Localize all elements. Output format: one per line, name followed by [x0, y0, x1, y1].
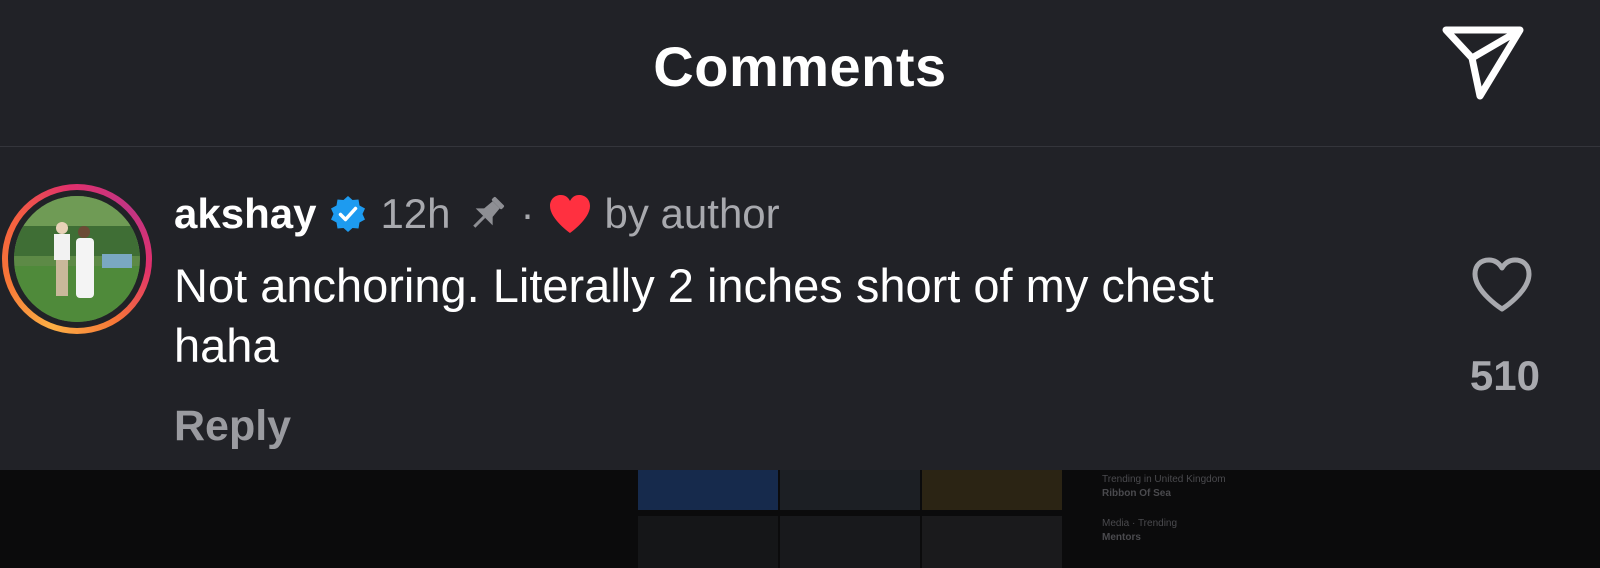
- background-trend-title: Mentors: [1102, 532, 1141, 543]
- background-trend-title: Ribbon Of Sea: [1102, 488, 1171, 499]
- background-thumbnail: [922, 470, 1062, 510]
- comment-text: Not anchoring. Literally 2 inches short …: [174, 259, 1214, 372]
- red-heart-icon: [547, 193, 593, 235]
- avatar[interactable]: [2, 184, 152, 334]
- pin-icon: [465, 192, 509, 236]
- background-trend-label: Media · Trending: [1102, 518, 1178, 529]
- background-trend-label: Trending in United Kingdom: [1102, 474, 1226, 485]
- verified-badge-icon: [328, 194, 368, 234]
- heart-outline-icon[interactable]: [1470, 256, 1534, 314]
- meta-separator: ·: [520, 190, 535, 237]
- background-page: Trending in United Kingdom Ribbon Of Sea…: [0, 470, 1600, 568]
- comment-time: 12h: [380, 190, 451, 237]
- background-thumbnail: [638, 470, 778, 510]
- comment-meta: akshay 12h · by author: [174, 186, 780, 242]
- comment-username[interactable]: akshay: [174, 190, 316, 238]
- avatar-photo: [14, 196, 140, 322]
- page-title: Comments: [653, 35, 947, 98]
- background-thumbnail: [780, 516, 920, 568]
- background-thumbnail: [780, 470, 920, 510]
- like-count: 510: [1469, 352, 1540, 399]
- comments-header: Comments: [0, 0, 1600, 147]
- send-icon[interactable]: [1440, 22, 1526, 102]
- background-thumbnail: [638, 516, 778, 568]
- reply-button[interactable]: Reply: [174, 402, 291, 451]
- comment-item: akshay 12h · by author Not anchoring. Li…: [0, 146, 1600, 470]
- background-thumbnail: [922, 516, 1062, 568]
- liked-by-author-label: by author: [604, 190, 780, 237]
